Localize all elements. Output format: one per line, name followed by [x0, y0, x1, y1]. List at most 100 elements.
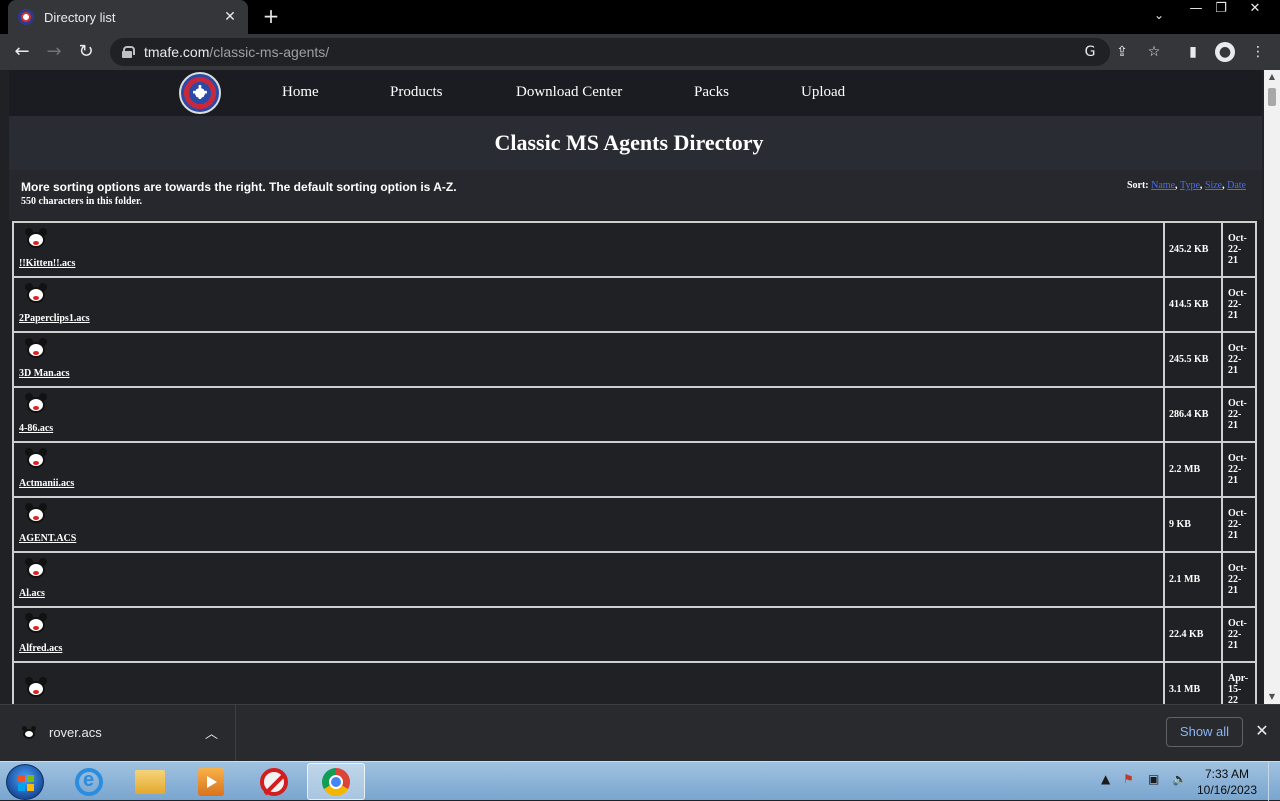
nav-products[interactable]: Products — [390, 84, 443, 101]
file-link[interactable]: Actmanii.acs — [19, 478, 74, 489]
date-part: Oct- — [1228, 453, 1247, 464]
title-band: Classic MS Agents Directory — [9, 116, 1262, 170]
google-lens-icon[interactable]: G — [1080, 42, 1100, 62]
chevron-up-icon[interactable]: ︿ — [205, 723, 218, 742]
close-window-button[interactable]: ✕ — [1240, 0, 1270, 22]
reload-icon[interactable]: ↻ — [74, 40, 98, 64]
tab-directory-list[interactable]: Directory list ✕ — [8, 0, 248, 34]
file-link[interactable]: !!Kitten!!.acs — [19, 258, 75, 269]
site-navigation: + Home Products Download Center Packs Up… — [9, 70, 1262, 116]
nav-download-center[interactable]: Download Center — [516, 84, 622, 101]
show-all-button[interactable]: Show all — [1166, 717, 1243, 747]
file-link[interactable]: 3D Man.acs — [19, 368, 70, 379]
browser-toolbar: ← → ↻ tmafe.com/classic-ms-agents/ G ⇪ ☆… — [0, 34, 1280, 70]
taskbar-blocked-app[interactable] — [245, 763, 303, 800]
forward-arrow-icon[interactable]: → — [42, 40, 66, 64]
file-link[interactable]: 2Paperclips1.acs — [19, 313, 90, 324]
date-part: Oct- — [1228, 398, 1247, 409]
file-date: Oct- 22- 21 — [1221, 386, 1257, 443]
tray-overflow-arrow-icon[interactable]: ▲ — [1101, 772, 1110, 786]
file-link[interactable]: 4-86.acs — [19, 423, 53, 434]
file-date: Oct- 22- 21 — [1221, 221, 1257, 278]
agent-character-icon[interactable] — [25, 338, 47, 360]
share-icon[interactable]: ⇪ — [1112, 42, 1132, 62]
sort-by-date[interactable]: Date — [1227, 180, 1246, 191]
side-panel-icon[interactable]: ▮ — [1183, 42, 1203, 62]
tab-close-icon[interactable]: ✕ — [222, 9, 238, 25]
tab-search-chevron-icon[interactable]: ⌄ — [1154, 8, 1164, 22]
start-button[interactable] — [6, 764, 44, 800]
file-name-cell: Actmanii.acs — [12, 441, 1165, 498]
taskbar-internet-explorer[interactable] — [60, 763, 118, 800]
close-download-bar-icon[interactable]: ✕ — [1253, 721, 1271, 740]
restore-button[interactable]: ❐ — [1206, 0, 1236, 22]
agent-character-icon[interactable] — [25, 558, 47, 580]
sort-by-size[interactable]: Size — [1205, 180, 1222, 191]
scroll-up-arrow-icon[interactable]: ▲ — [1264, 70, 1280, 84]
agent-character-icon[interactable] — [25, 393, 47, 415]
tray-network-icon[interactable]: ▣ — [1148, 772, 1159, 786]
agent-character-icon[interactable] — [25, 613, 47, 635]
date-part: Oct- — [1228, 343, 1247, 354]
lock-icon[interactable] — [122, 46, 135, 58]
scroll-down-arrow-icon[interactable]: ▼ — [1264, 690, 1280, 704]
agent-character-icon[interactable] — [25, 677, 47, 699]
profile-avatar-icon[interactable]: ● — [1215, 42, 1235, 62]
table-row: Actmanii.acs 2.2 MB Oct- 22- 21 — [12, 441, 1257, 498]
windows-logo-icon — [18, 775, 34, 791]
download-file-name: rover.acs — [49, 725, 102, 740]
download-item[interactable]: rover.acs ︿ — [0, 705, 236, 761]
file-link[interactable]: Al.acs — [19, 588, 45, 599]
date-part: 22- — [1228, 464, 1242, 475]
taskbar-file-explorer[interactable] — [121, 763, 179, 800]
taskbar-chrome[interactable] — [307, 763, 365, 800]
menu-kebab-icon[interactable]: ⋮ — [1248, 42, 1268, 62]
table-row: 3D Man.acs 245.5 KB Oct- 22- 21 — [12, 331, 1257, 388]
media-player-icon — [198, 767, 224, 796]
sort-by-name[interactable]: Name — [1151, 180, 1175, 191]
tray-flag-icon[interactable]: ⚑ — [1123, 772, 1134, 786]
sort-by-type[interactable]: Type — [1180, 180, 1200, 191]
file-size: 286.4 KB — [1163, 386, 1223, 443]
taskbar-media-player[interactable] — [182, 763, 240, 800]
file-size: 9 KB — [1163, 496, 1223, 553]
file-date: Oct- 22- 21 — [1221, 331, 1257, 388]
agent-character-icon[interactable] — [25, 503, 47, 525]
nav-upload[interactable]: Upload — [801, 84, 845, 101]
file-name-cell: 4-86.acs — [12, 386, 1165, 443]
address-bar[interactable]: tmafe.com/classic-ms-agents/ — [110, 38, 1110, 66]
file-date: Oct- 22- 21 — [1221, 276, 1257, 333]
file-date: Oct- 22- 21 — [1221, 496, 1257, 553]
site-logo[interactable]: + — [179, 72, 221, 114]
new-tab-button[interactable]: + — [260, 5, 282, 27]
file-link[interactable]: AGENT.ACS — [19, 533, 76, 544]
folder-icon — [135, 769, 165, 794]
nav-packs[interactable]: Packs — [694, 84, 729, 101]
page-scrollbar[interactable]: ▲ ▼ — [1264, 70, 1280, 704]
date-part: 21 — [1228, 640, 1238, 651]
agent-character-icon[interactable] — [25, 448, 47, 470]
scroll-thumb[interactable] — [1268, 88, 1276, 106]
date-part: Oct- — [1228, 233, 1247, 244]
date-part: 22 — [1228, 695, 1238, 704]
bookmark-star-icon[interactable]: ☆ — [1144, 42, 1164, 62]
directory-table: !!Kitten!!.acs 245.2 KB Oct- 22- 21 2Paper… — [12, 221, 1257, 704]
date-part: 21 — [1228, 585, 1238, 596]
date-part: Oct- — [1228, 288, 1247, 299]
logo-cross-icon: + — [190, 80, 210, 105]
file-size: 245.2 KB — [1163, 221, 1223, 278]
back-arrow-icon[interactable]: ← — [10, 40, 34, 64]
taskbar-clock[interactable]: 7:33 AM 10/16/2023 — [1196, 766, 1258, 798]
date-part: Oct- — [1228, 563, 1247, 574]
table-row: !!Kitten!!.acs 245.2 KB Oct- 22- 21 — [12, 221, 1257, 278]
tray-volume-icon[interactable]: 🔈 — [1172, 772, 1187, 786]
nav-home[interactable]: Home — [282, 84, 319, 101]
date-part: 22- — [1228, 354, 1242, 365]
show-desktop-button[interactable] — [1268, 762, 1280, 801]
date-part: 15- — [1228, 684, 1242, 695]
agent-character-icon[interactable] — [25, 283, 47, 305]
date-part: 22- — [1228, 574, 1242, 585]
file-link[interactable]: Alfred.acs — [19, 643, 62, 654]
agent-character-icon[interactable] — [25, 228, 47, 250]
date-part: 21 — [1228, 530, 1238, 541]
